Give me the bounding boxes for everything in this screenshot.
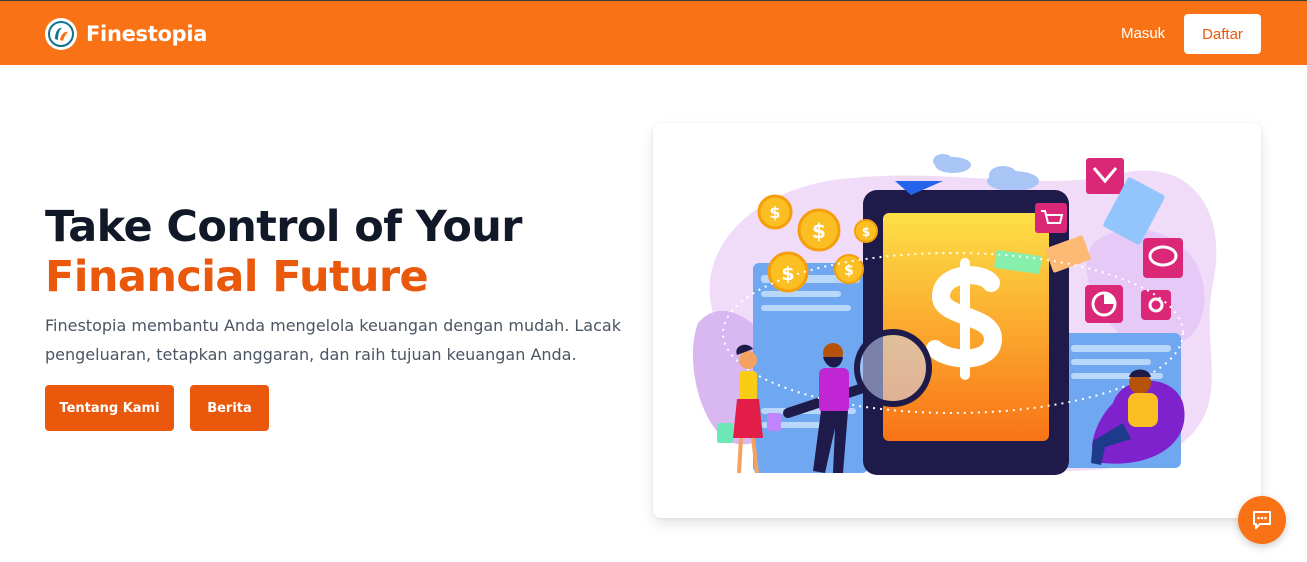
- svg-text:$: $: [844, 263, 854, 279]
- finance-illustration: $ $ $ $ $: [692, 154, 1217, 475]
- about-button[interactable]: Tentang Kami: [45, 385, 174, 431]
- pie-chart-icon: [1085, 285, 1123, 323]
- hero-title-line2: Financial Future: [45, 252, 429, 302]
- news-button[interactable]: Berita: [190, 385, 269, 431]
- svg-text:$: $: [862, 225, 870, 239]
- brand-name: Finestopia: [86, 22, 208, 46]
- chat-icon: [1253, 511, 1271, 529]
- hero-title-line1: Take Control of Your: [45, 202, 522, 252]
- hero-illustration-card: $ $ $ $ $: [653, 123, 1261, 518]
- chat-bubble-icon: [1143, 238, 1183, 278]
- chat-button[interactable]: [1238, 496, 1286, 544]
- svg-text:$: $: [781, 263, 794, 285]
- hero-description: Finestopia membantu Anda mengelola keuan…: [45, 316, 621, 364]
- shopping-cart-icon: [1035, 203, 1067, 233]
- brand[interactable]: Finestopia: [45, 18, 207, 50]
- mail-icon: [1086, 158, 1124, 194]
- login-link[interactable]: Masuk: [1121, 25, 1165, 42]
- svg-text:$: $: [769, 203, 780, 222]
- navbar: Finestopia Masuk Daftar: [0, 0, 1307, 65]
- register-button[interactable]: Daftar: [1184, 14, 1261, 54]
- svg-text:$: $: [812, 219, 826, 243]
- gear-icon: [1141, 290, 1171, 320]
- hero-title: Take Control of Your Financial Future: [45, 202, 522, 302]
- finestopia-logo-icon: [45, 18, 77, 50]
